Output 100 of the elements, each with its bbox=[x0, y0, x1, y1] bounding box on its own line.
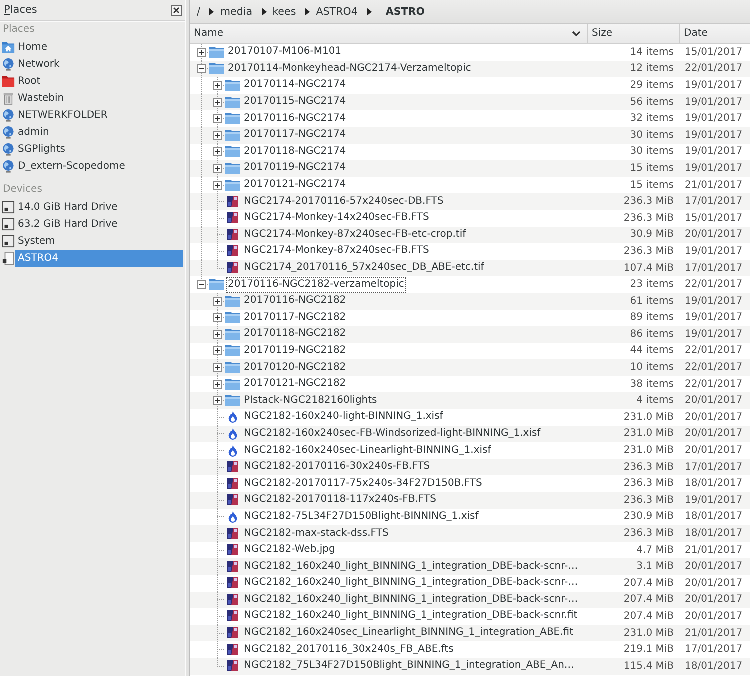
tree-row[interactable]: 20170120-NGC2182 10 items 22/01/2017 bbox=[190, 359, 750, 376]
tree-row[interactable]: NGC2174-Monkey-14x240sec-FB.FTS 236.3 MiB 15/01/2017 bbox=[190, 210, 750, 227]
expander-toggle[interactable] bbox=[213, 330, 222, 339]
tree-row[interactable]: 20170116-NGC2174 32 items 19/01/2017 bbox=[190, 110, 750, 127]
place-item[interactable]: Network bbox=[15, 56, 183, 73]
tree-row[interactable]: 20170114-NGC2174 29 items 19/01/2017 bbox=[190, 77, 750, 94]
sort-caret-icon bbox=[572, 30, 581, 36]
tree-row[interactable]: NGC2182_160x240_light_BINNING_1_integration_DBE-back-scnr.fit 207.4 MiB 20/01/2017 bbox=[190, 608, 750, 625]
tree-row[interactable]: 20170114-Monkeyhead-NGC2174-Verzameltopic 12 items 22/01/2017 bbox=[190, 60, 750, 78]
place-item[interactable]: Home bbox=[15, 39, 183, 56]
tree-row[interactable]: 20170115-NGC2174 56 items 19/01/2017 bbox=[190, 94, 750, 110]
expander-toggle[interactable] bbox=[213, 114, 222, 124]
tree-row[interactable]: NGC2182-20170118-117x240s-FB.FTS 236.3 MiB 19/01/2017 bbox=[190, 492, 750, 509]
expander-toggle[interactable] bbox=[197, 280, 206, 290]
file-size: 236.3 MiB bbox=[622, 196, 675, 208]
expander-toggle[interactable] bbox=[213, 363, 222, 372]
tree-row[interactable]: NGC2182-max-stack-dss.FTS 236.3 MiB 18/01/2017 bbox=[190, 525, 750, 542]
tree-row[interactable]: 20170118-NGC2182 86 items 19/01/2017 bbox=[190, 326, 750, 343]
expander-toggle[interactable] bbox=[213, 313, 222, 322]
tree-row[interactable]: 20170119-NGC2182 44 items 22/01/2017 bbox=[190, 342, 750, 360]
expander-toggle[interactable] bbox=[197, 48, 206, 57]
path-button[interactable]: ASTRO bbox=[382, 4, 428, 20]
modified-date: 20/01/2017 bbox=[684, 578, 744, 589]
file-name: NGC2182_20170116_30x240s_FB_ABE.fts bbox=[243, 642, 455, 657]
tree-row[interactable]: NGC2182-160x240-light-BINNING_1.xisf 231.0 MiB 20/01/2017 bbox=[190, 409, 750, 426]
modified-date: 18/01/2017 bbox=[684, 660, 744, 672]
tree-row[interactable]: NGC2174_20170116_57x240sec_DB_ABE-etc.tif 107.4 MiB 17/01/2017 bbox=[190, 260, 750, 276]
file-size: 4 items bbox=[636, 395, 675, 406]
file-size: 44 items bbox=[629, 345, 675, 356]
file-size: 3.1 MiB bbox=[636, 561, 675, 572]
file-name: NGC2182-Web.jpg bbox=[243, 543, 336, 558]
tree-row[interactable]: PIstack-NGC2182160lights 4 items 20/01/2017 bbox=[190, 392, 750, 410]
tree-row[interactable]: NGC2182_160x240_light_BINNING_1_integration_DBE-back-scnr-… 207.4 MiB 20/01/2017 bbox=[190, 575, 750, 592]
modified-date: 19/01/2017 bbox=[684, 96, 744, 108]
tree-row[interactable]: NGC2174-Monkey-87x240sec-FB.FTS 236.3 MiB 19/01/2017 bbox=[190, 243, 750, 260]
place-item[interactable]: D_extern-Scopedome bbox=[15, 158, 183, 175]
modified-date: 17/01/2017 bbox=[684, 644, 744, 656]
tree-row[interactable]: NGC2182-75L34F27D150Blight-BINNING_1.xisf 230.9 MiB 18/01/2017 bbox=[190, 508, 750, 526]
tree-row[interactable]: NGC2174-20170116-57x240sec-DB.FTS 236.3 MiB 17/01/2017 bbox=[190, 193, 750, 210]
tree-row[interactable]: 20170116-NGC2182 61 items 19/01/2017 bbox=[190, 292, 750, 310]
tree-row[interactable]: 20170117-NGC2182 89 items 19/01/2017 bbox=[190, 310, 750, 326]
folder-icon bbox=[225, 145, 241, 158]
file-size: 236.3 MiB bbox=[622, 212, 675, 224]
expander-toggle[interactable] bbox=[213, 130, 222, 140]
column-header[interactable]: Name bbox=[190, 24, 588, 43]
modified-date: 20/01/2017 bbox=[684, 428, 744, 440]
file-name: 20170116-NGC2182 bbox=[243, 294, 348, 308]
expander-toggle[interactable] bbox=[213, 380, 222, 389]
place-item[interactable]: 63.2 GiB Hard Drive bbox=[15, 216, 183, 233]
file-name: NGC2182_160x240_light_BINNING_1_integration_DBE-back-scnr-… bbox=[243, 560, 580, 574]
tree-row[interactable]: NGC2174-Monkey-87x240sec-FB-etc-crop.tif 30.9 MiB 20/01/2017 bbox=[190, 226, 750, 244]
file-name: NGC2182_160x240_light_BINNING_1_integration_DBE-back-scnr.fit bbox=[243, 609, 579, 624]
tree-row[interactable]: NGC2182_160x240_light_BINNING_1_integration_DBE-back-scnr-… 3.1 MiB 20/01/2017 bbox=[190, 558, 750, 575]
tree-row[interactable]: 20170119-NGC2174 15 items 19/01/2017 bbox=[190, 160, 750, 177]
expander-toggle[interactable] bbox=[213, 147, 222, 156]
modified-date: 22/01/2017 bbox=[684, 362, 744, 374]
place-item[interactable]: Root bbox=[15, 73, 183, 90]
place-item[interactable]: admin bbox=[15, 124, 183, 141]
tree-row[interactable]: NGC2182_160x240sec_Linearlight_BINNING_1_integration_ABE.fit 231.0 MiB 21/01/2017 bbox=[190, 624, 750, 642]
file-size: 14 items bbox=[629, 46, 675, 58]
place-item[interactable]: NETWERKFOLDER bbox=[15, 107, 183, 124]
tree-row[interactable]: 20170118-NGC2174 30 items 19/01/2017 bbox=[190, 144, 750, 160]
path-button[interactable]: kees bbox=[270, 4, 300, 20]
tree-row[interactable]: NGC2182-160x240sec-FB-Windsorized-light-BINNING_1.xisf 231.0 MiB 20/01/2017 bbox=[190, 426, 750, 442]
tree-row[interactable]: 20170121-NGC2182 38 items 22/01/2017 bbox=[190, 376, 750, 392]
place-item[interactable]: System bbox=[15, 233, 183, 250]
place-item[interactable]: SGPlights bbox=[15, 141, 183, 158]
expander-toggle[interactable] bbox=[213, 296, 222, 306]
tree-row[interactable]: NGC2182_20170116_30x240s_FB_ABE.fts 219.1 MiB 17/01/2017 bbox=[190, 641, 750, 658]
place-item[interactable]: 14.0 GiB Hard Drive bbox=[15, 199, 183, 216]
expander-toggle[interactable] bbox=[213, 180, 222, 190]
expander-toggle[interactable] bbox=[213, 346, 222, 356]
tree-row[interactable]: NGC2182-20170117-75x240s-34F27D150B.FTS 236.3 MiB 18/01/2017 bbox=[190, 475, 750, 492]
expander-toggle[interactable] bbox=[213, 98, 222, 107]
file-name: 20170118-NGC2174 bbox=[243, 144, 348, 159]
path-button[interactable]: ASTRO4 bbox=[313, 4, 361, 20]
close-icon[interactable] bbox=[171, 4, 182, 16]
expander-toggle[interactable] bbox=[197, 64, 206, 74]
path-button[interactable]: media bbox=[217, 4, 256, 20]
expander-toggle[interactable] bbox=[213, 80, 222, 90]
tree-row[interactable]: NGC2182_75L34F27D150Blight_BINNING_1_integration_ABE_An… 115.4 MiB 18/01/2017 bbox=[190, 658, 750, 675]
image-file-icon bbox=[227, 594, 239, 606]
tree-row[interactable]: NGC2182-20170116-30x240s-FB.FTS 236.3 MiB 17/01/2017 bbox=[190, 458, 750, 476]
tree-row[interactable]: 20170121-NGC2174 15 items 21/01/2017 bbox=[190, 176, 750, 194]
tree-row[interactable]: 20170116-NGC2182-verzameltopic 23 items 22/01/2017 bbox=[190, 276, 750, 293]
arrow-right-icon bbox=[262, 8, 267, 16]
file-name: 20170117-NGC2182 bbox=[243, 310, 348, 325]
place-item[interactable]: Wastebin bbox=[15, 90, 183, 107]
tree-row[interactable]: NGC2182-160x240sec-Linearlight-BINNING_1.xisf 231.0 MiB 20/01/2017 bbox=[190, 442, 750, 459]
column-header[interactable]: Date bbox=[680, 24, 750, 43]
expander-toggle[interactable] bbox=[213, 164, 222, 173]
file-size: 236.3 MiB bbox=[622, 494, 675, 506]
expander-toggle[interactable] bbox=[213, 396, 222, 406]
tree-row[interactable]: NGC2182_160x240_light_BINNING_1_integration_DBE-back-scnr-… 207.4 MiB 20/01/2017 bbox=[190, 592, 750, 608]
tree-row[interactable]: NGC2182-Web.jpg 4.7 MiB 21/01/2017 bbox=[190, 542, 750, 558]
modified-date: 20/01/2017 bbox=[684, 610, 744, 622]
path-button[interactable]: / bbox=[194, 4, 204, 20]
tree-row[interactable]: 20170107-M106-M101 14 items 15/01/2017 bbox=[190, 44, 750, 61]
tree-row[interactable]: 20170117-NGC2174 30 items 19/01/2017 bbox=[190, 126, 750, 144]
column-header[interactable]: Size bbox=[588, 24, 680, 43]
